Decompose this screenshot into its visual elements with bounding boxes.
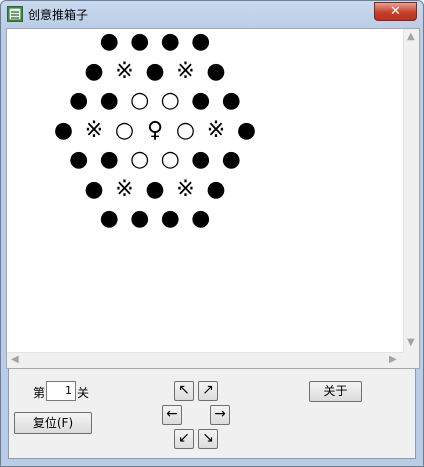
move-down-left-button[interactable]: ↙: [174, 429, 194, 449]
title-bar[interactable]: 创意推箱子 ✕: [1, 1, 423, 27]
board-cell-player: ♀: [146, 117, 164, 143]
move-right-button[interactable]: →: [210, 405, 230, 425]
board-cell-wall: ●: [206, 58, 226, 84]
board-cell-wall: ●: [99, 29, 119, 54]
scrollbar-corner: [403, 352, 419, 368]
board-cell-wall: ●: [69, 88, 89, 113]
vertical-scrollbar[interactable]: ▲ ▼: [403, 29, 419, 352]
board-cell-wall: ●: [130, 29, 150, 54]
board-cell-goal: ※: [206, 117, 226, 143]
board-cell-goal: ※: [176, 58, 195, 84]
board-cell-wall: ●: [206, 176, 226, 202]
arrow-up-left-icon: ↖: [178, 382, 190, 398]
board-panel: ● ● ● ● ● ※ ● ※ ● ● ● ○ ○ ● ● ● ※ ○ ♀ ○ ※ ● ● ● ○ ○ ● ● ● ※ ● ※ ● ● ● ● ● ▲ …: [6, 28, 420, 369]
client-area: ● ● ● ● ● ※ ● ※ ● ● ● ○ ○ ● ● ● ※ ○ ♀ ○ ※ ● ● ● ○ ○ ● ● ● ※ ● ※ ● ● ● ● ● ▲ …: [6, 28, 420, 459]
about-button[interactable]: 关于: [309, 381, 362, 402]
board-cell-wall: ●: [221, 147, 241, 172]
arrow-down-right-icon: ↘: [202, 430, 214, 446]
board-cell-wall: ●: [236, 117, 257, 143]
scroll-left-icon[interactable]: ◀: [11, 355, 19, 365]
scroll-down-icon[interactable]: ▼: [407, 338, 415, 348]
board-cell-box: ○: [160, 88, 180, 113]
board-cell-wall: ●: [160, 29, 180, 54]
board-cell-wall: ●: [69, 147, 89, 172]
game-board[interactable]: ● ● ● ● ● ※ ● ※ ● ● ● ○ ○ ● ● ● ※ ○ ♀ ○ ※ ● ● ● ○ ○ ● ● ● ※ ● ※ ● ● ● ● ●: [7, 29, 403, 352]
board-cell-box: ○: [114, 117, 135, 143]
board-cell-wall: ●: [99, 206, 119, 231]
scroll-up-icon[interactable]: ▲: [407, 32, 415, 42]
move-left-button[interactable]: ←: [162, 405, 182, 425]
board-cell-goal: ※: [84, 117, 104, 143]
board-cell-wall: ●: [160, 206, 180, 231]
arrow-down-left-icon: ↙: [178, 430, 190, 446]
board-cell-wall: ●: [53, 117, 74, 143]
app-icon: [7, 6, 23, 22]
board-cell-box: ○: [130, 147, 150, 172]
arrow-up-right-icon: ↗: [202, 382, 214, 398]
board-cell-wall: ●: [99, 147, 119, 172]
board-cell-goal: ※: [115, 176, 134, 202]
board-cell-wall: ●: [191, 206, 211, 231]
close-button[interactable]: ✕: [374, 2, 417, 21]
reset-button[interactable]: 复位(F): [14, 412, 92, 434]
board-cell-wall: ●: [191, 147, 211, 172]
board-cell-wall: ●: [84, 176, 104, 202]
move-up-left-button[interactable]: ↖: [174, 381, 194, 401]
app-window: 创意推箱子 ✕ ● ● ● ● ● ※ ● ※ ● ● ● ○ ○ ● ● ● ※ ○ ♀ ○ ※ ● ● ● ○ ○ ● ● ● ※ ● ※…: [0, 0, 424, 467]
board-cell-goal: ※: [176, 176, 195, 202]
board-cell-box: ○: [160, 147, 180, 172]
move-down-right-button[interactable]: ↘: [198, 429, 218, 449]
level-suffix-label: 关: [77, 386, 90, 400]
board-cell-wall: ●: [145, 58, 165, 84]
level-input[interactable]: 1: [46, 381, 76, 401]
board-cell-wall: ●: [191, 88, 211, 113]
arrow-left-icon: ←: [166, 406, 178, 422]
board-cell-wall: ●: [84, 58, 104, 84]
board-cell-wall: ●: [221, 88, 241, 113]
board-cell-box: ○: [130, 88, 150, 113]
board-cell-box: ○: [175, 117, 196, 143]
board-cell-wall: ●: [145, 176, 165, 202]
board-cell-wall: ●: [191, 29, 211, 54]
board-cell-wall: ●: [130, 206, 150, 231]
window-title: 创意推箱子: [28, 8, 89, 22]
level-prefix-label: 第: [33, 386, 46, 400]
move-up-right-button[interactable]: ↗: [198, 381, 218, 401]
board-cell-wall: ●: [99, 88, 119, 113]
scroll-right-icon[interactable]: ▶: [389, 355, 397, 365]
arrow-right-icon: →: [214, 406, 226, 422]
board-cell-goal: ※: [115, 58, 134, 84]
horizontal-scrollbar[interactable]: ◀ ▶: [7, 352, 403, 368]
